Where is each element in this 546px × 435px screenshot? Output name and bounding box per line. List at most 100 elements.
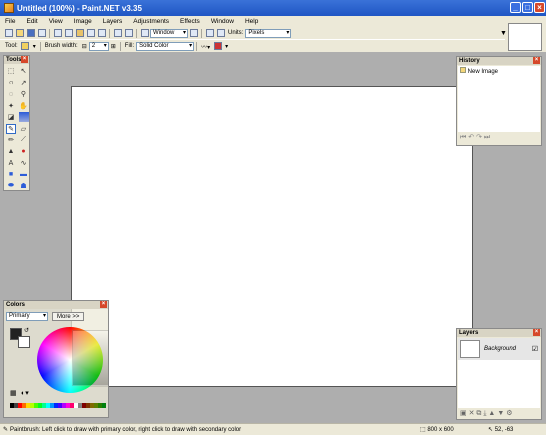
magic-wand-icon[interactable]: ✦ xyxy=(6,101,16,111)
duplicate-layer-icon[interactable]: ⧉ xyxy=(476,410,481,417)
zoom-in-icon[interactable] xyxy=(189,29,198,37)
layer-name: Background xyxy=(484,346,517,352)
layer-thumbnail xyxy=(460,340,480,358)
separator xyxy=(39,41,41,51)
menu-layers[interactable]: Layers xyxy=(98,18,129,25)
brush-width-input[interactable]: 2 xyxy=(88,41,109,51)
layer-row[interactable]: Background ☑ xyxy=(458,338,540,360)
line-curve-icon[interactable]: ∿ xyxy=(19,158,29,168)
open-icon[interactable] xyxy=(15,29,24,37)
move-selected-pixels-icon[interactable]: ↗ xyxy=(19,78,29,88)
history-item[interactable]: New Image xyxy=(458,66,540,76)
rectangle-icon[interactable]: ■ xyxy=(6,170,16,180)
pencil-icon[interactable]: ✏ xyxy=(6,135,16,145)
color-picker-icon[interactable]: ⟋ xyxy=(19,135,29,145)
paintbrush-icon[interactable] xyxy=(21,42,30,50)
move-down-icon[interactable]: ▼ xyxy=(497,410,504,417)
window-title: Untitled (100%) - Paint.NET v3.35 xyxy=(17,3,142,13)
gradient-icon[interactable] xyxy=(18,112,29,122)
rewind-icon[interactable]: ⏮ xyxy=(460,134,466,141)
layer-properties-icon[interactable]: ⚙ xyxy=(506,410,512,417)
zoom-icon[interactable] xyxy=(140,29,149,37)
close-icon[interactable]: × xyxy=(21,56,28,63)
color-palette[interactable] xyxy=(10,403,106,415)
save-icon[interactable] xyxy=(26,29,35,37)
crop-icon[interactable] xyxy=(86,29,95,37)
deselect-icon[interactable] xyxy=(97,29,106,37)
minimize-button[interactable]: _ xyxy=(510,2,521,13)
menu-image[interactable]: Image xyxy=(69,18,98,25)
colors-panel-title: Colors xyxy=(6,302,26,308)
zoom-combo[interactable]: Window xyxy=(150,28,188,38)
history-panel: History × New Image ⏮ ↶ ↷ ⏭ xyxy=(456,56,542,146)
palette-swatch[interactable] xyxy=(102,403,106,408)
swap-colors-icon[interactable]: ↺ xyxy=(24,327,29,334)
image-thumbnail[interactable] xyxy=(508,23,542,51)
menu-effects[interactable]: Effects xyxy=(175,18,206,25)
brightness-slider[interactable] xyxy=(72,330,109,386)
print-icon[interactable] xyxy=(37,29,46,37)
units-combo[interactable]: Pixels xyxy=(245,28,292,38)
new-icon[interactable] xyxy=(4,29,13,37)
close-icon[interactable]: × xyxy=(533,329,540,336)
dropdown-arrow-icon[interactable]: ▾ xyxy=(33,43,36,50)
layer-visible-checkbox[interactable]: ☑ xyxy=(532,345,538,353)
ellipse-select-icon[interactable]: ◌ xyxy=(6,89,16,99)
history-controls: ⏮ ↶ ↷ ⏭ xyxy=(457,133,541,142)
text-icon[interactable]: A xyxy=(6,158,16,168)
menu-edit[interactable]: Edit xyxy=(21,18,43,25)
copy-icon[interactable] xyxy=(64,29,73,37)
grid-icon[interactable] xyxy=(205,29,214,37)
antialias-icon[interactable]: 〰▾ xyxy=(201,42,210,51)
clone-stamp-icon[interactable]: ▲ xyxy=(6,147,16,157)
move-selection-icon[interactable]: ↖ xyxy=(19,66,29,76)
ellipse-icon[interactable]: ⬬ xyxy=(6,181,16,191)
lasso-select-icon[interactable]: ဂ xyxy=(6,78,16,88)
menu-help[interactable]: Help xyxy=(240,18,264,25)
maximize-button[interactable]: □ xyxy=(522,2,533,13)
add-layer-icon[interactable]: ▣ xyxy=(460,410,467,417)
menu-view[interactable]: View xyxy=(44,18,69,25)
pan-icon[interactable]: ✋ xyxy=(19,101,29,111)
menu-adjustments[interactable]: Adjustments xyxy=(128,18,175,25)
redo-icon[interactable] xyxy=(124,29,133,37)
menu-bar: File Edit View Image Layers Adjustments … xyxy=(0,16,505,27)
cut-icon[interactable] xyxy=(53,29,62,37)
dropdown-arrow-icon[interactable]: ▾ xyxy=(225,43,228,50)
undo-icon[interactable] xyxy=(113,29,122,37)
rectangle-select-icon[interactable]: ⬚ xyxy=(6,66,16,76)
rulers-icon[interactable] xyxy=(216,29,225,37)
eraser-icon[interactable]: ▱ xyxy=(19,124,29,134)
delete-layer-icon[interactable]: ✕ xyxy=(469,410,475,417)
menu-window[interactable]: Window xyxy=(206,18,240,25)
history-list: New Image xyxy=(458,66,540,132)
freeform-shape-icon[interactable]: ☗ xyxy=(19,181,29,191)
paste-icon[interactable] xyxy=(75,29,84,37)
brush-width-increase[interactable]: ⊞ xyxy=(111,43,116,50)
redo-history-icon[interactable]: ↷ xyxy=(476,134,482,141)
secondary-color-swatch[interactable] xyxy=(18,336,30,348)
menu-file[interactable]: File xyxy=(0,18,21,25)
merge-layer-icon[interactable]: ⤓ xyxy=(483,410,486,417)
close-icon[interactable]: × xyxy=(100,301,107,308)
color-mode-combo[interactable]: Primary xyxy=(6,312,48,321)
pin-icon[interactable]: ▼ xyxy=(500,30,507,37)
rounded-rectangle-icon[interactable]: ▬ xyxy=(19,170,29,180)
brush-width-decrease[interactable]: ⊟ xyxy=(82,43,87,50)
palette-icon[interactable]: ▦ xyxy=(10,389,17,397)
move-up-icon[interactable]: ▲ xyxy=(488,410,495,417)
paintbrush-tool-icon[interactable]: ✎ xyxy=(6,123,16,134)
close-icon[interactable]: × xyxy=(533,57,540,64)
zoom-tool-icon[interactable]: ⚲ xyxy=(19,89,29,99)
recolor-icon[interactable]: ● xyxy=(19,147,29,157)
blend-mode-icon[interactable] xyxy=(213,42,222,50)
close-button[interactable]: × xyxy=(534,2,545,13)
paint-bucket-icon[interactable]: ◪ xyxy=(6,112,16,122)
fill-combo[interactable]: Solid Color xyxy=(136,41,195,51)
palette-menu-icon[interactable]: ◐▾ xyxy=(21,389,29,397)
image-canvas[interactable] xyxy=(71,86,473,387)
layers-panel-title: Layers xyxy=(459,330,479,336)
more-button[interactable]: More >> xyxy=(52,312,85,321)
fast-forward-icon[interactable]: ⏭ xyxy=(484,134,490,141)
undo-history-icon[interactable]: ↶ xyxy=(468,134,474,141)
